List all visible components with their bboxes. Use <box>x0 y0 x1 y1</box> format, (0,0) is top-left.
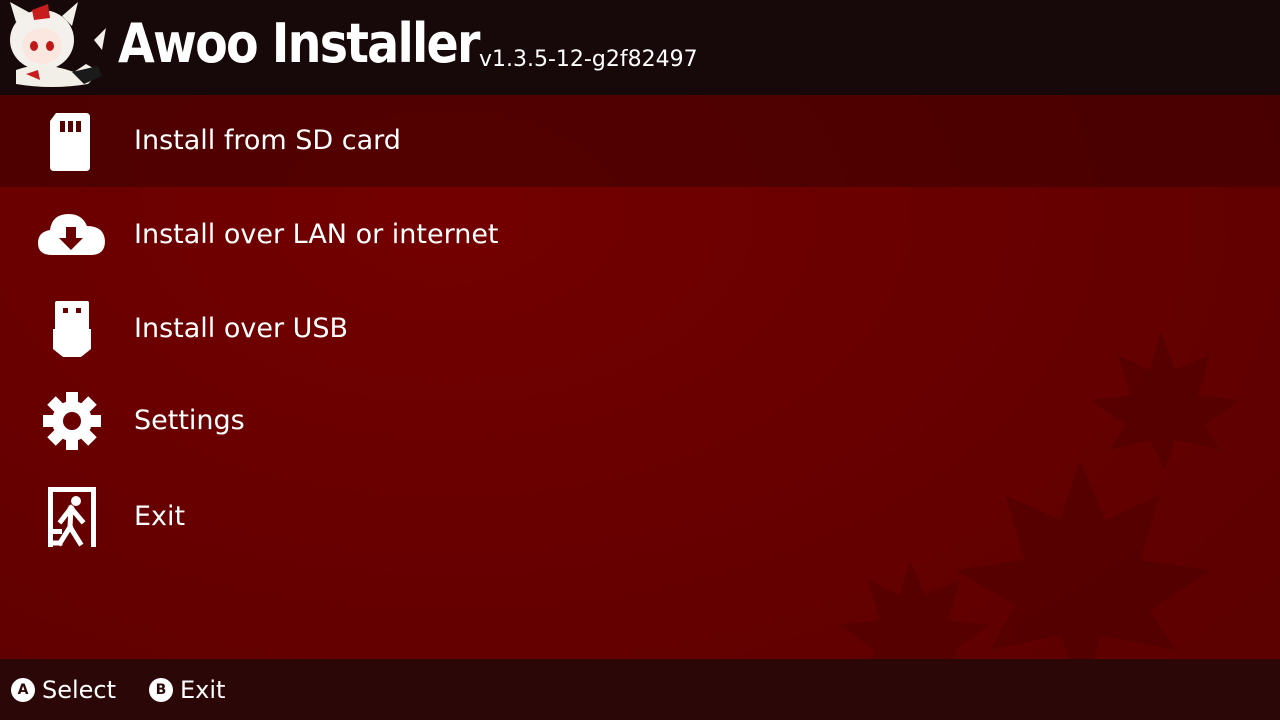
a-button-icon: A <box>11 677 35 702</box>
hint-exit[interactable]: B Exit <box>149 659 225 720</box>
menu-label: Settings <box>134 405 245 436</box>
menu-item-install-usb[interactable]: Install over USB <box>0 283 1280 375</box>
app-title: Awoo Installer <box>118 12 480 75</box>
sd-card-icon <box>50 113 90 171</box>
usb-icon <box>53 301 91 357</box>
menu-label: Install over USB <box>134 313 349 344</box>
cloud-download-icon <box>38 214 105 255</box>
exit-icon <box>48 487 96 547</box>
app-version: v1.3.5-12-g2f82497 <box>479 47 698 72</box>
hint-select[interactable]: A Select <box>11 659 116 720</box>
main-menu: Install from SD card Install over LAN or… <box>0 95 1280 658</box>
menu-label: Exit <box>134 501 186 532</box>
hint-label: Select <box>42 675 117 704</box>
gear-icon <box>43 392 101 450</box>
menu-item-install-sd[interactable]: Install from SD card <box>0 95 1280 187</box>
b-button-icon: B <box>149 677 173 702</box>
app-window: Awoo Installer v1.3.5-12-g2f82497 Instal… <box>0 0 1280 720</box>
menu-label: Install from SD card <box>134 125 401 156</box>
button-hints-bar: A Select B Exit <box>0 659 1280 720</box>
mascot-logo <box>10 2 106 87</box>
hint-label: Exit <box>180 675 226 704</box>
menu-item-install-lan[interactable]: Install over LAN or internet <box>0 189 1280 281</box>
menu-label: Install over LAN or internet <box>134 219 499 250</box>
menu-item-settings[interactable]: Settings <box>0 375 1280 467</box>
menu-item-exit[interactable]: Exit <box>0 471 1280 563</box>
app-header: Awoo Installer v1.3.5-12-g2f82497 <box>0 0 1280 95</box>
